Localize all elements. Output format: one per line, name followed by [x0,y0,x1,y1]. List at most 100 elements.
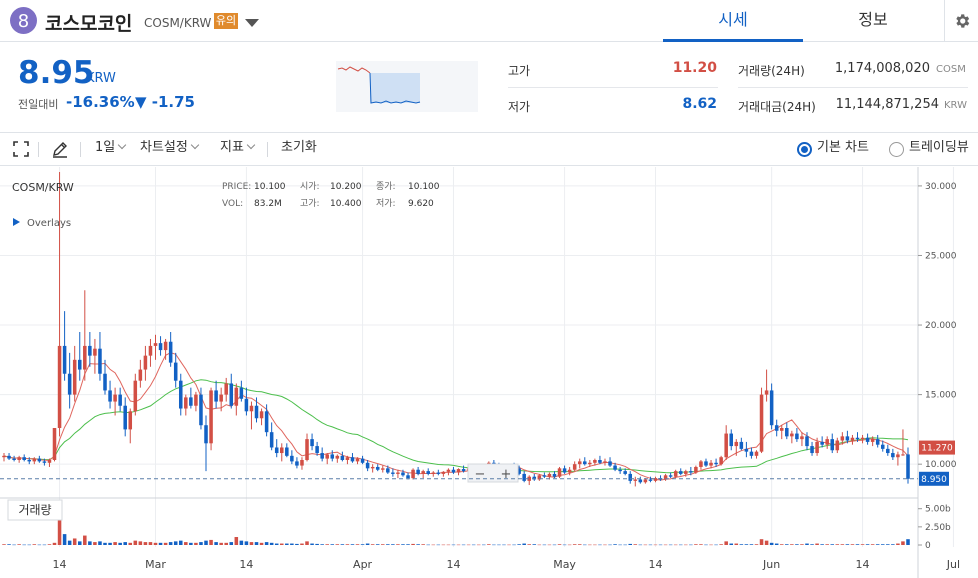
volume-bar [598,544,602,546]
volume-bar [12,544,16,546]
candle-body [381,468,385,470]
volume-bar [562,544,567,546]
candle-body [57,345,62,428]
volume-bar [567,544,572,546]
drawing-tool-button[interactable] [51,140,69,158]
date-axis-label: 14 [648,558,662,571]
candle-body [254,405,259,419]
candle-body [729,433,734,447]
candle-body [684,471,688,474]
volume-bar [406,544,410,545]
candle-body [128,411,133,430]
volume-bar [744,544,749,545]
candle-body [244,398,249,412]
volume-bar [108,542,112,545]
candle-body [163,341,168,351]
zoom-out-button[interactable]: − [475,467,486,482]
volume-bar [133,540,138,545]
date-axis-label: Jul [946,558,960,571]
volume-axis-label: 2.50b [925,523,951,533]
reset-button[interactable]: 초기화 [281,133,317,165]
coin-select-chevron-down-icon[interactable] [245,19,259,27]
zoom-in-button[interactable]: + [501,467,512,482]
candle-body [340,455,345,460]
candle-body [689,471,693,473]
candle-body [815,441,819,454]
volume-bar [855,544,860,545]
tradingview-label[interactable]: 트레이딩뷰 [909,133,969,165]
volume-bar [577,544,582,545]
ohlc-high-label: 고가: [300,198,320,209]
chart-settings-select[interactable]: 차트설정 [140,133,200,165]
candle-body [446,469,451,472]
interval-label: 1일 [95,140,116,155]
low-value: 8.62 [682,96,717,112]
settings-button[interactable] [944,0,978,42]
svg-text:8: 8 [18,11,29,32]
volume-bar [52,542,57,545]
volume-bar [754,544,759,545]
candle-body [628,473,633,481]
volume-bar [224,542,228,545]
tradingview-radio[interactable] [889,142,904,157]
candle-body [72,359,77,395]
volume-bar [451,544,456,546]
volume-bar [355,544,360,545]
candle-body [724,433,728,458]
candle-body [52,428,57,460]
indicators-select[interactable]: 지표 [220,133,256,165]
volume-bar [805,543,809,545]
ohlc-close-label: 종가: [376,181,396,192]
candle-body [17,457,21,460]
candle-body [189,397,193,406]
candle-body [850,437,855,441]
volume-bar [370,544,375,545]
ohlc-vol-value: 83.2M [254,199,282,209]
candle-body [875,439,880,445]
candle-body [345,457,350,460]
candle-body [567,469,572,473]
basic-chart-label[interactable]: 기본 차트 [817,133,869,165]
high-label: 고가 [508,64,531,78]
candle-body [325,454,329,459]
volume-bar [254,542,259,545]
candle-body [295,461,299,466]
mini-price-chart [336,61,478,112]
candle-body [441,471,446,474]
interval-select[interactable]: 1일 [95,133,127,165]
volume-bar [244,541,249,545]
basic-chart-radio[interactable] [797,142,812,157]
chart-canvas[interactable]: 30.000 25.000 20.000 15.000 10.000 5.00b 2.50b… [0,167,978,578]
candle-body [421,471,425,474]
candle-body [42,461,47,463]
volume-bar [158,542,163,545]
candle-body [805,436,809,447]
overlays-toggle[interactable]: Overlays [27,218,71,229]
candle-body [648,479,653,481]
candle-body [668,475,673,477]
volume-bar [411,543,415,545]
date-axis-label: Jun [762,558,780,571]
volume-bar [593,544,597,546]
volume-bar [709,544,713,546]
tab-info[interactable]: 정보 [803,0,943,42]
candle-body [47,460,52,463]
volume-bar [295,543,299,545]
candlestick-chart[interactable]: 30.000 25.000 20.000 15.000 10.000 5.00b 2.50b… [0,167,978,578]
change-rate: -16.36% [66,93,135,111]
volume-bar [178,540,183,545]
candle-body [224,383,228,395]
tab-market-price[interactable]: 시세 [663,0,803,42]
volume-bar [32,544,37,545]
volume-bar [421,544,425,545]
volume-bar [870,544,875,545]
volume-bar [42,544,47,546]
fullscreen-button[interactable] [12,140,30,158]
volume-bar [456,544,461,546]
volume-24h-unit: COSM [936,64,966,75]
volume-bar [613,544,617,545]
candle-body [184,397,188,409]
candle-body [774,425,779,431]
volume-bar [466,544,471,546]
cosmo-coin-logo-icon: 8 [10,7,37,34]
